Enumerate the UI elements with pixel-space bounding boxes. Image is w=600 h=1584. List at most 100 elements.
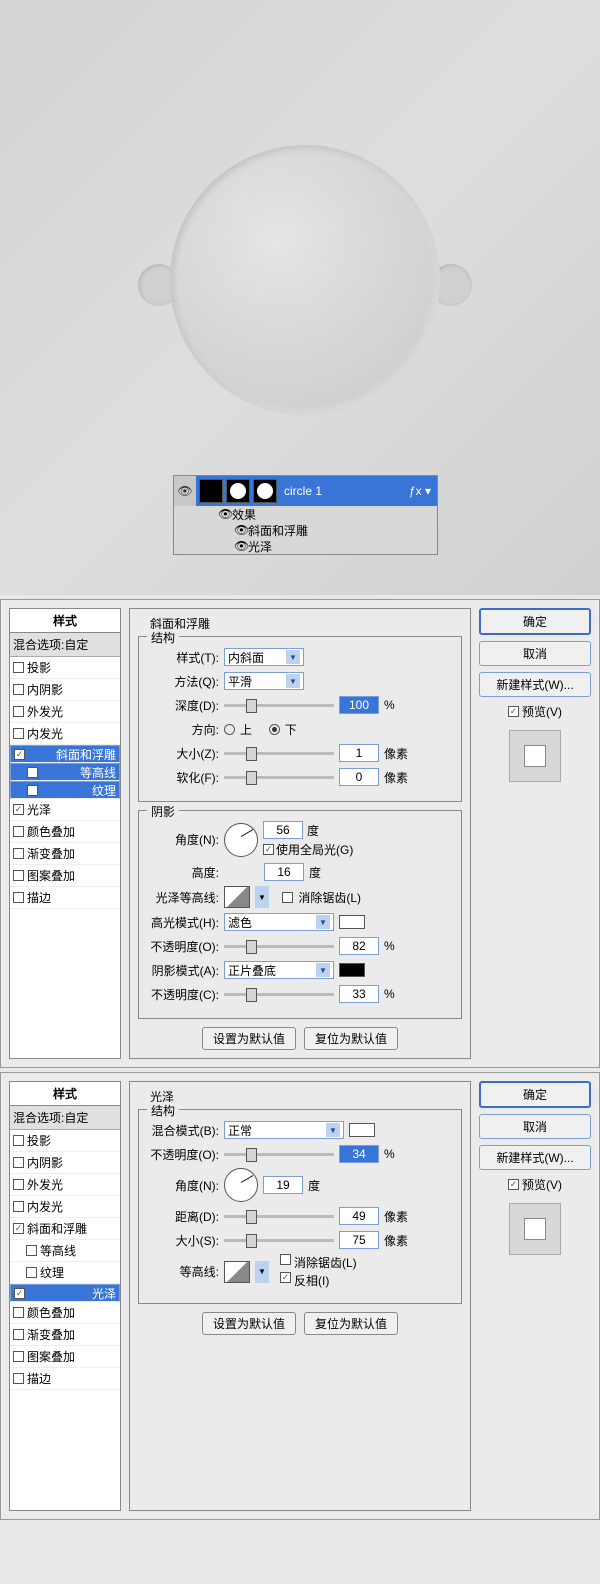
checkbox[interactable]	[13, 870, 24, 881]
checkbox[interactable]	[13, 728, 24, 739]
style-pat-overlay[interactable]: 图案叠加	[10, 1346, 120, 1368]
depth-slider[interactable]	[224, 704, 334, 707]
style-color-overlay[interactable]: 颜色叠加	[10, 821, 120, 843]
global-light-checkbox[interactable]	[263, 844, 274, 855]
style-texture[interactable]: 纹理	[10, 1262, 120, 1284]
layer-row[interactable]: 👁 circle 1 ƒx ▾	[174, 476, 437, 506]
checkbox[interactable]	[13, 684, 24, 695]
contour-picker[interactable]	[224, 886, 250, 908]
antialias-checkbox[interactable]	[282, 892, 293, 903]
invert-checkbox[interactable]	[280, 1272, 291, 1283]
checkbox[interactable]	[13, 1157, 24, 1168]
style-contour[interactable]: 等高线	[10, 1240, 120, 1262]
shadow-color[interactable]	[339, 963, 365, 977]
blend-mode-select[interactable]: 正常▼	[224, 1121, 344, 1139]
style-inner-shadow[interactable]: 内阴影	[10, 1152, 120, 1174]
style-inner-glow[interactable]: 内发光	[10, 723, 120, 745]
style-outer-glow[interactable]: 外发光	[10, 1174, 120, 1196]
chevron-down-icon[interactable]: ▼	[255, 886, 269, 908]
checkbox[interactable]	[13, 1179, 24, 1190]
style-satin[interactable]: 光泽	[10, 1284, 120, 1302]
style-contour[interactable]: 等高线	[10, 763, 120, 781]
chevron-down-icon[interactable]: ▼	[255, 1261, 269, 1283]
blend-options[interactable]: 混合选项:自定	[10, 1106, 120, 1130]
checkbox[interactable]	[26, 1267, 37, 1278]
opacity-input[interactable]: 34	[339, 1145, 379, 1163]
contour-picker[interactable]	[224, 1261, 250, 1283]
checkbox[interactable]	[13, 826, 24, 837]
angle-input[interactable]: 56	[263, 821, 303, 839]
angle-dial[interactable]	[224, 823, 258, 857]
visibility-eye-icon[interactable]: 👁	[174, 476, 196, 506]
style-drop-shadow[interactable]: 投影	[10, 657, 120, 679]
set-default-button[interactable]: 设置为默认值	[202, 1312, 296, 1335]
checkbox[interactable]	[13, 1307, 24, 1318]
eye-icon[interactable]: 👁	[234, 523, 244, 537]
fx-icon[interactable]: ƒx ▾	[409, 484, 431, 498]
checkbox[interactable]	[13, 1201, 24, 1212]
new-style-button[interactable]: 新建样式(W)...	[479, 672, 591, 697]
dir-up-radio[interactable]	[224, 724, 235, 735]
style-stroke[interactable]: 描边	[10, 1368, 120, 1390]
cancel-button[interactable]: 取消	[479, 641, 591, 666]
highlight-color[interactable]	[339, 915, 365, 929]
cancel-button[interactable]: 取消	[479, 1114, 591, 1139]
checkbox[interactable]	[13, 706, 24, 717]
checkbox[interactable]	[13, 1135, 24, 1146]
layer-thumb[interactable]	[199, 479, 223, 503]
angle-input[interactable]: 19	[263, 1176, 303, 1194]
dir-down-radio[interactable]	[269, 724, 280, 735]
checkbox[interactable]	[13, 1223, 24, 1234]
style-pat-overlay[interactable]: 图案叠加	[10, 865, 120, 887]
antialias-checkbox[interactable]	[280, 1254, 291, 1265]
checkbox[interactable]	[13, 1351, 24, 1362]
satin-color[interactable]	[349, 1123, 375, 1137]
highlight-opacity-input[interactable]: 82	[339, 937, 379, 955]
highlight-opacity-slider[interactable]	[224, 945, 334, 948]
size-input[interactable]: 1	[339, 744, 379, 762]
eye-icon[interactable]: 👁	[218, 507, 228, 521]
set-default-button[interactable]: 设置为默认值	[202, 1027, 296, 1050]
ok-button[interactable]: 确定	[479, 608, 591, 635]
soften-input[interactable]: 0	[339, 768, 379, 786]
style-stroke[interactable]: 描边	[10, 887, 120, 909]
highlight-mode-select[interactable]: 滤色▼	[224, 913, 334, 931]
size-slider[interactable]	[224, 752, 334, 755]
style-satin[interactable]: 光泽	[10, 799, 120, 821]
style-inner-glow[interactable]: 内发光	[10, 1196, 120, 1218]
style-bevel[interactable]: 斜面和浮雕	[10, 745, 120, 763]
shadow-opacity-input[interactable]: 33	[339, 985, 379, 1003]
style-drop-shadow[interactable]: 投影	[10, 1130, 120, 1152]
soften-slider[interactable]	[224, 776, 334, 779]
style-color-overlay[interactable]: 颜色叠加	[10, 1302, 120, 1324]
preview-checkbox[interactable]	[508, 1179, 519, 1190]
depth-input[interactable]: 100	[339, 696, 379, 714]
new-style-button[interactable]: 新建样式(W)...	[479, 1145, 591, 1170]
checkbox[interactable]	[27, 767, 38, 778]
checkbox[interactable]	[14, 749, 25, 760]
style-inner-shadow[interactable]: 内阴影	[10, 679, 120, 701]
angle-dial[interactable]	[224, 1168, 258, 1202]
checkbox[interactable]	[13, 804, 24, 815]
preview-checkbox[interactable]	[508, 706, 519, 717]
checkbox[interactable]	[26, 1245, 37, 1256]
checkbox[interactable]	[13, 1329, 24, 1340]
checkbox[interactable]	[14, 1288, 25, 1299]
checkbox[interactable]	[13, 848, 24, 859]
checkbox[interactable]	[13, 662, 24, 673]
opacity-slider[interactable]	[224, 1153, 334, 1156]
mask-thumb-2[interactable]	[253, 479, 277, 503]
style-texture[interactable]: 纹理	[10, 781, 120, 799]
shadow-mode-select[interactable]: 正片叠底▼	[224, 961, 334, 979]
distance-slider[interactable]	[224, 1215, 334, 1218]
size-slider[interactable]	[224, 1239, 334, 1242]
mask-thumb[interactable]	[226, 479, 250, 503]
reset-default-button[interactable]: 复位为默认值	[304, 1027, 398, 1050]
reset-default-button[interactable]: 复位为默认值	[304, 1312, 398, 1335]
style-select[interactable]: 内斜面▼	[224, 648, 304, 666]
checkbox[interactable]	[13, 892, 24, 903]
eye-icon[interactable]: 👁	[234, 539, 244, 553]
altitude-input[interactable]: 16	[264, 863, 304, 881]
blend-options[interactable]: 混合选项:自定	[10, 633, 120, 657]
distance-input[interactable]: 49	[339, 1207, 379, 1225]
